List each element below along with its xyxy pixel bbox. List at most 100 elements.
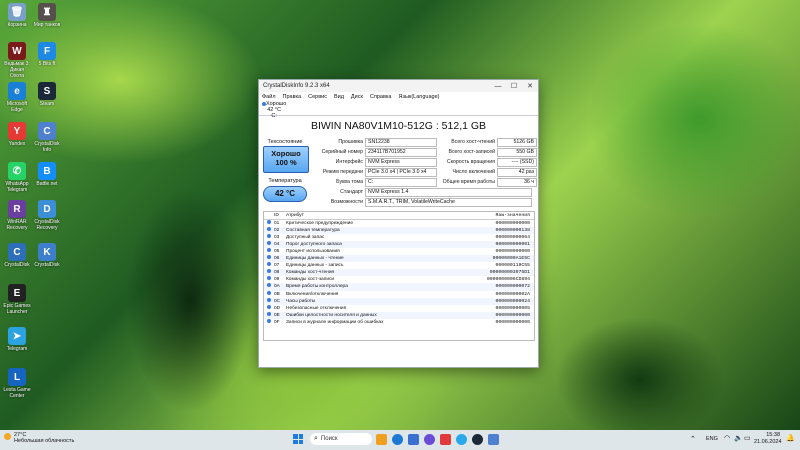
desktop-icon-label: Мир танков [33, 22, 61, 28]
table-row[interactable]: 01 Критическое предупреждение 000000000000 [264, 220, 534, 227]
desktop-icon-label: CrystalDisk [34, 262, 60, 268]
app-icon: L [8, 368, 26, 386]
desktop-icon[interactable]: ✆ WhatsApp Telegram [3, 162, 31, 193]
table-header: ID Атрибут Raw-значения [264, 212, 534, 221]
desktop-icon[interactable]: ➤ Telegram [3, 327, 31, 352]
app-icon: C [8, 243, 26, 261]
attr-name: Критическое предупреждение [286, 221, 353, 227]
table-row[interactable]: 07 Единицы данных - запись 000000119C55 [264, 262, 534, 269]
menu-help[interactable]: Справка [370, 94, 392, 100]
title-bar[interactable]: CrystalDiskInfo 9.2.3 x64 — ☐ ✕ [259, 80, 538, 92]
attr-raw: 000000000000 [495, 249, 530, 255]
table-row[interactable]: 03 Доступный запас 000000000064 [264, 234, 534, 241]
desktop-icon[interactable]: L Lesta Game Center [3, 368, 31, 399]
status-dot-icon [267, 304, 271, 309]
desktop-icon[interactable]: 🗑 Корзина [3, 3, 31, 28]
close-button[interactable]: ✕ [522, 82, 538, 90]
menu-disk[interactable]: Диск [351, 94, 363, 100]
attr-name: Часы работы [286, 298, 316, 304]
smart-attribute-table[interactable]: ID Атрибут Raw-значения 01 Критическое пр… [263, 211, 535, 341]
desktop-icon[interactable]: W Ведьмак 3: Дикая Охота [3, 42, 31, 79]
yandex-icon[interactable] [440, 434, 451, 445]
store-icon[interactable] [408, 434, 419, 445]
telegram-icon[interactable] [456, 434, 467, 445]
desktop-icon[interactable]: B Battle.net [33, 162, 61, 187]
table-row[interactable]: 0F Записи в журнале информации об ошибках… [264, 318, 534, 326]
battery-icon[interactable]: ▭ [744, 434, 751, 442]
chat-icon[interactable] [424, 434, 435, 445]
chevron-up-icon[interactable]: ⌃ [690, 435, 696, 443]
wifi-icon[interactable]: ◠ [724, 434, 730, 442]
attr-id: 0C [274, 298, 281, 304]
temp-badge[interactable]: 42 °C [263, 186, 307, 202]
table-row[interactable]: 0C Часы работы 000000000024 [264, 297, 534, 305]
app-icon: W [8, 42, 26, 60]
table-row[interactable]: 08 Команды хост-чтения 000000003975D1 [264, 269, 534, 277]
menu-service[interactable]: Сервис [308, 94, 327, 100]
desktop-icon[interactable]: Y Yandex [3, 122, 31, 147]
steam-icon[interactable] [472, 434, 483, 445]
attr-raw: 000000000064 [495, 235, 530, 241]
health-status-badge[interactable]: Хорошо 100 % [263, 146, 309, 173]
app-icon: S [38, 82, 56, 100]
language-indicator[interactable]: ENG [706, 436, 718, 442]
desktop-icon[interactable]: K CrystalDisk [33, 243, 61, 268]
attr-id: 0E [274, 312, 280, 318]
edge-icon[interactable] [392, 434, 403, 445]
table-row[interactable]: 04 Порог доступного запаса 000000000001 [264, 241, 534, 249]
desktop-icon[interactable]: S Steam [33, 82, 61, 107]
start-button[interactable] [293, 434, 303, 444]
clock[interactable]: 15:38 21.06.2024 [754, 432, 782, 445]
menu-edit[interactable]: Правка [283, 94, 302, 100]
menu-file[interactable]: Файл [262, 94, 276, 100]
crystaldiskinfo-taskbar-icon[interactable] [488, 434, 499, 445]
weather-widget[interactable]: 27°C Небольшая облачность [14, 432, 74, 444]
attr-raw: 000000119C55 [495, 263, 530, 269]
menu-language[interactable]: Язык(Language) [398, 94, 439, 100]
desktop-icon[interactable]: D CrystalDisk Recovery [33, 200, 61, 231]
table-row[interactable]: 0D Небезопасные отключения 000000000005 [264, 304, 534, 312]
app-icon: R [8, 200, 26, 218]
desktop-icon[interactable]: ♜ Мир танков [33, 3, 61, 28]
table-row[interactable]: 06 Единицы данных - чтение 00000000A1E5C [264, 255, 534, 263]
app-icon: 🗑 [8, 3, 26, 21]
menu-view[interactable]: Вид [334, 94, 344, 100]
search-box[interactable]: ⌕ Поиск [310, 433, 372, 445]
health-percent: 100 % [275, 158, 297, 167]
table-row[interactable]: 02 Составная температура 000000000138 [264, 227, 534, 235]
desktop-icon-label: Steam [39, 101, 55, 107]
notification-bell-icon[interactable]: 🔔 [786, 434, 795, 442]
window-title: CrystalDiskInfo 9.2.3 x64 [263, 83, 330, 89]
desktop-icon[interactable]: R WinRAR Recovery [3, 200, 31, 231]
desktop-icon[interactable]: C CrystalDisk Info [33, 122, 61, 153]
attr-name: Единицы данных - чтение [286, 256, 344, 262]
volume-icon[interactable]: 🔈 [734, 434, 743, 442]
attr-id: 01 [274, 221, 280, 227]
desktop-icon-label: Yandex [8, 141, 26, 147]
status-dot-icon [267, 227, 271, 232]
maximize-button[interactable]: ☐ [506, 82, 522, 90]
weather-sun-icon [4, 433, 11, 440]
table-row[interactable]: 05 Процент использования 000000000000 [264, 248, 534, 255]
attr-raw: 000000000138 [495, 228, 530, 234]
desktop-icon[interactable]: E Epic Games Launcher [3, 284, 31, 315]
desktop-icon[interactable]: F5 Bits ft [33, 42, 61, 67]
col-attribute[interactable]: Атрибут [286, 212, 470, 219]
table-row[interactable]: 0E Ошибки целостности носителя и данных 00… [264, 311, 534, 319]
attr-raw: 0000000006CD894 [486, 277, 530, 283]
file-explorer-icon[interactable] [376, 434, 387, 445]
disk-tab[interactable]: Хорошо 42 °C C: [259, 101, 538, 119]
desktop-icon[interactable]: C CrystalDisk [3, 243, 31, 268]
col-raw[interactable]: Raw-значения [470, 212, 534, 219]
minimize-button[interactable]: — [490, 83, 506, 90]
desktop-icon-label: 5 Bits ft [38, 61, 56, 67]
attr-raw: 000000000005 [495, 305, 530, 311]
table-row[interactable]: 0A Время работы контроллера 000000000072 [264, 283, 534, 291]
desktop-icon-label: Корзина [7, 22, 27, 28]
desktop-icon[interactable]: e Microsoft Edge [3, 82, 31, 113]
col-id[interactable]: ID [274, 212, 286, 219]
table-row[interactable]: 09 Команды хост-записи 0000000006CD894 [264, 276, 534, 283]
desktop-icon-label: Microsoft Edge [6, 101, 28, 113]
table-row[interactable]: 0B Включения/отключения 00000000002A [264, 290, 534, 298]
disk-tab-letter: C: [271, 113, 277, 119]
